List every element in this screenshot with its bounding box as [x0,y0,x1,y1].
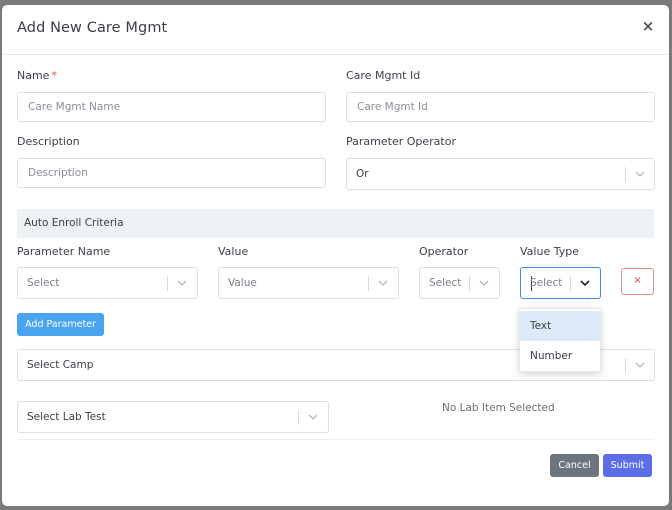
modal-title: Add New Care Mgmt [17,20,168,36]
chevron-down-icon [378,280,388,286]
chevron-down-icon [635,171,645,177]
add-parameter-button[interactable]: Add Parameter [17,313,104,336]
add-care-mgmt-modal: Add New Care Mgmt × Name* Care Mgmt Id D… [2,5,669,506]
description-input[interactable] [17,158,326,188]
chevron-down-icon [635,362,645,368]
required-mark: * [51,69,57,82]
lab-test-placeholder: Select Lab Test [27,411,106,423]
camp-placeholder: Select Camp [27,359,94,371]
select-separator [625,167,626,182]
value-type-option-text[interactable]: Text [520,311,600,341]
operator-value: Select [429,277,462,289]
lab-test-select[interactable]: Select Lab Test [17,401,329,433]
name-label: Name * [17,69,57,82]
description-label: Description [17,135,80,148]
select-separator [368,276,369,291]
parameter-operator-label: Parameter Operator [346,135,456,148]
chevron-down-icon [580,280,590,287]
value-select-value: Value [228,277,257,289]
operator-label: Operator [419,245,469,258]
select-separator [570,276,571,291]
chevron-down-icon [177,280,187,286]
name-input[interactable] [17,92,326,122]
chevron-down-icon [308,414,318,420]
value-type-option-number[interactable]: Number [520,341,600,371]
parameter-operator-select[interactable]: Or [346,158,655,190]
care-mgmt-id-input[interactable] [346,92,655,122]
parameter-name-select[interactable]: Select [17,267,198,299]
parameter-name-label: Parameter Name [17,245,111,258]
value-type-value: Select [530,277,563,289]
no-lab-item-text: No Lab Item Selected [442,402,555,414]
modal-header: Add New Care Mgmt × [2,5,669,55]
option-label: Text [530,320,552,332]
value-type-select[interactable]: Select [520,267,601,299]
value-label: Value [218,245,249,258]
value-type-dropdown: Text Number [519,308,601,372]
chevron-down-icon [479,280,489,286]
parameter-name-value: Select [27,277,60,289]
select-separator [298,410,299,425]
auto-enroll-section-header: Auto Enroll Criteria [17,209,654,238]
parameter-operator-value: Or [356,168,369,180]
section-title: Auto Enroll Criteria [24,217,124,229]
submit-button[interactable]: Submit [603,454,652,477]
select-separator [469,276,470,291]
care-mgmt-id-label: Care Mgmt Id [346,69,421,82]
close-icon[interactable]: × [641,19,655,34]
value-type-label: Value Type [520,245,579,258]
name-label-text: Name [17,69,50,82]
option-label: Number [530,350,573,362]
operator-select[interactable]: Select [419,267,500,299]
value-select[interactable]: Value [218,267,399,299]
select-separator [625,358,626,373]
footer-divider [17,439,654,440]
cancel-button[interactable]: Cancel [550,454,599,477]
remove-parameter-button[interactable]: × [621,268,654,295]
select-separator [167,276,168,291]
